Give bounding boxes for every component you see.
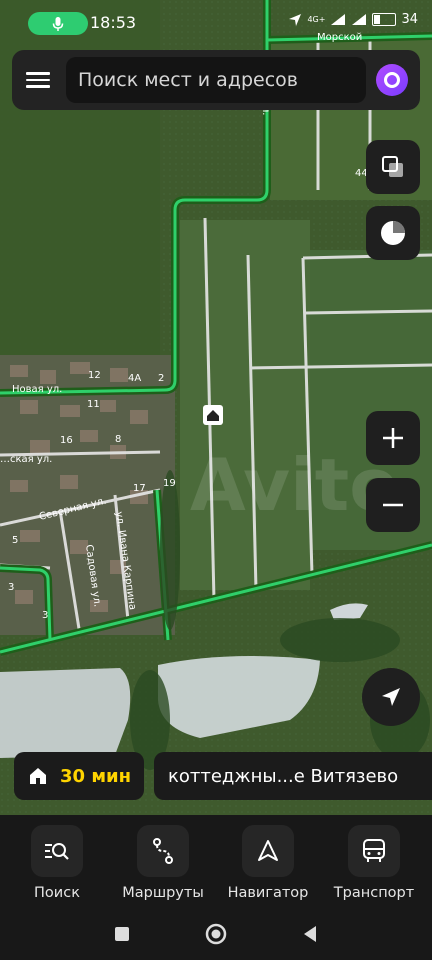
home-button[interactable] [205,923,227,949]
travel-time-pill[interactable]: 30 мин [14,752,144,800]
layers-icon [382,156,403,177]
status-bar: 18:53 4G+ 34 [0,0,432,44]
bottom-navigation: Поиск Маршруты Навигатор Транспорт [0,815,432,960]
destination-name: коттеджны...е Витязево [168,765,399,787]
house-number: 2 [158,373,164,384]
back-button[interactable] [302,925,320,947]
home-marker-icon[interactable] [203,405,223,425]
zoom-out-button[interactable] [366,478,420,532]
tab-label: Транспорт [333,885,415,901]
theme-icon [381,221,405,245]
back-triangle-icon [304,926,316,942]
location-icon [289,13,302,26]
routes-icon [137,825,189,877]
street-label: …ская ул. [0,454,52,465]
network-type: 4G+ [307,15,326,24]
signal-icon [331,14,346,25]
signal-icon-2 [352,14,367,25]
location-arrow-icon [382,688,400,706]
house-number: 19 [163,478,176,489]
tab-search[interactable]: Поиск [7,825,107,901]
mic-indicator [28,12,88,35]
house-number: 16 [60,435,73,446]
zoom-in-button[interactable] [366,411,420,465]
mic-icon [52,16,64,31]
street-label: Новая ул. [12,384,62,395]
search-list-icon [31,825,83,877]
home-icon [30,768,46,784]
bus-icon [348,825,400,877]
tab-label: Маршруты [122,885,204,901]
house-number: 5 [12,535,18,546]
minus-icon [383,503,403,507]
tab-label: Навигатор [227,885,309,901]
house-number: 3 [42,610,48,621]
house-number: 3 [8,582,14,593]
house-number: 11 [87,399,100,410]
plus-icon [383,428,403,448]
system-icons: 4G+ 34 [288,12,418,27]
battery-level: 34 [401,12,418,27]
house-number: 4А [128,373,141,384]
tab-routes[interactable]: Маршруты [113,825,213,901]
battery-icon [372,13,397,26]
house-number: 8 [115,434,121,445]
clock: 18:53 [90,13,137,32]
search-input[interactable] [66,57,366,103]
recents-button[interactable] [113,925,131,947]
night-mode-button[interactable] [366,206,420,260]
my-location-button[interactable] [362,668,420,726]
tab-transport[interactable]: Транспорт [324,825,424,901]
search-field[interactable] [66,57,366,103]
search-bar [12,50,420,110]
house-number: 12 [88,370,101,381]
tab-label: Поиск [34,885,80,901]
house-number: 17 [133,483,146,494]
square-icon [115,927,129,941]
navigator-icon [242,825,294,877]
alice-voice-assistant-button[interactable] [376,64,408,96]
system-navigation [0,923,432,955]
destination-pill[interactable]: коттеджны...е Витязево [154,752,432,800]
alice-icon [384,72,400,88]
tab-navigator[interactable]: Навигатор [218,825,318,901]
travel-time: 30 мин [60,765,132,787]
circle-icon [205,923,227,945]
menu-icon[interactable] [26,69,50,91]
layers-button[interactable] [366,140,420,194]
